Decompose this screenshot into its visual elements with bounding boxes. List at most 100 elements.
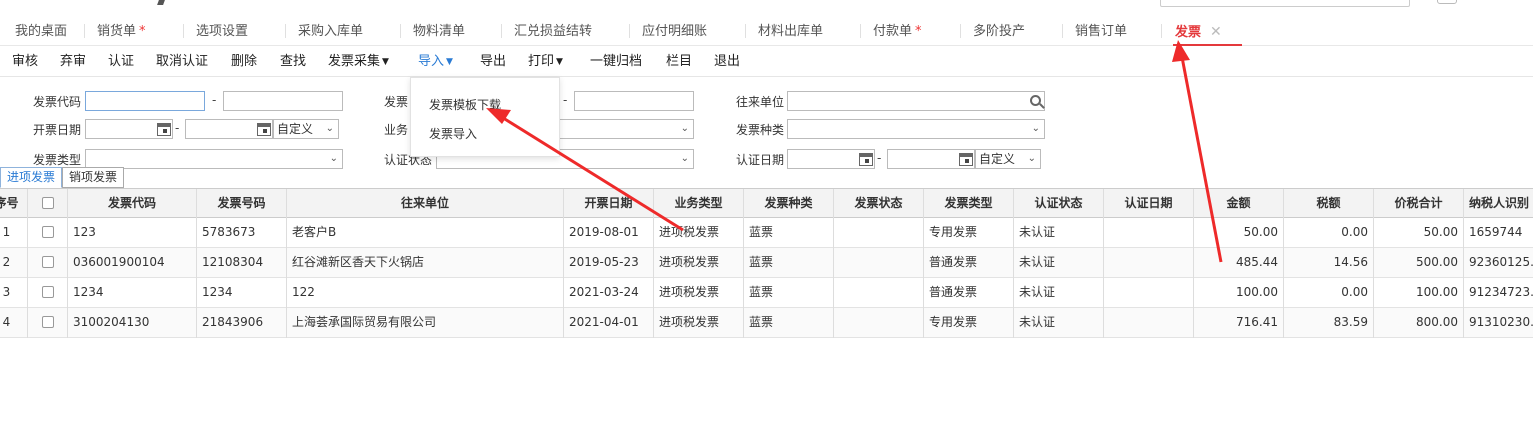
tab-output-invoices[interactable]: 销项发票: [62, 167, 125, 188]
business-type-select[interactable]: ⌄: [548, 119, 694, 139]
tab-material-issue[interactable]: 材料出库单: [758, 14, 823, 46]
search-icon[interactable]: [1030, 95, 1041, 106]
invoice-no-to-input[interactable]: [574, 91, 694, 111]
col-header-total[interactable]: 价税合计: [1374, 189, 1464, 219]
table-row[interactable]: 1 123 5783673 老客户B 2019-08-01 进项税发票 蓝票 专用发票 未认证 5…: [0, 218, 1533, 248]
col-header-tax[interactable]: 税额: [1284, 189, 1374, 219]
menu-label: 发票采集: [328, 54, 381, 69]
cert-date-to-input[interactable]: [887, 149, 975, 169]
invoice-collect-menu[interactable]: 发票采集 ▼: [328, 47, 389, 77]
tab-label: 销货单: [97, 24, 137, 39]
cell-invoice-no: 12108304: [197, 248, 287, 278]
cell-business-type: 进项税发票: [654, 308, 744, 338]
cell-business-type: 进项税发票: [654, 278, 744, 308]
tab-sales-delivery[interactable]: 销货单 *: [97, 14, 146, 46]
audit-button[interactable]: 审核: [12, 47, 38, 77]
uncertify-button[interactable]: 取消认证: [156, 47, 208, 77]
template-download-item[interactable]: 发票模板下载: [429, 96, 501, 113]
cell-cert-date: [1104, 308, 1194, 338]
print-menu[interactable]: 打印 ▼: [528, 47, 563, 77]
cell-cert-status: 未认证: [1014, 248, 1104, 278]
cert-date-from-input[interactable]: [787, 149, 875, 169]
cell-select: [28, 248, 68, 278]
certify-button[interactable]: 认证: [108, 47, 134, 77]
col-header-amount[interactable]: 金额: [1194, 189, 1284, 219]
invoice-code-from-input[interactable]: [85, 91, 205, 111]
delete-button[interactable]: 删除: [231, 47, 257, 77]
col-header-business-type[interactable]: 业务类型: [654, 189, 744, 219]
calendar-icon[interactable]: [157, 123, 171, 136]
global-search-box[interactable]: [1160, 0, 1410, 7]
col-header-invoice-no[interactable]: 发票号码: [197, 189, 287, 219]
exit-button[interactable]: 退出: [714, 47, 740, 77]
close-icon[interactable]: ✕: [1210, 24, 1222, 40]
col-header-issue-date[interactable]: 开票日期: [564, 189, 654, 219]
cert-date-range-select[interactable]: 自定义 ⌄: [975, 149, 1041, 169]
cell-invoice-status: [834, 218, 924, 248]
cell-invoice-kind: 蓝票: [744, 248, 834, 278]
row-checkbox[interactable]: [41, 226, 54, 238]
tab-bom[interactable]: 物料清单: [413, 14, 465, 46]
top-right-button[interactable]: [1437, 0, 1457, 4]
col-header-invoice-status[interactable]: 发票状态: [834, 189, 924, 219]
cell-taxpayer-id: 91310230...: [1464, 308, 1533, 338]
cell-total: 100.00: [1374, 278, 1464, 308]
one-click-archive-button[interactable]: 一键归档: [590, 47, 642, 77]
row-checkbox[interactable]: [41, 286, 54, 298]
issue-date-to-input[interactable]: [185, 119, 273, 139]
cell-partner: 122: [287, 278, 564, 308]
cell-tax: 0.00: [1284, 218, 1374, 248]
tab-payables-detail[interactable]: 应付明细账: [642, 14, 707, 46]
tab-sales-order[interactable]: 销售订单: [1075, 14, 1127, 46]
calendar-icon[interactable]: [959, 153, 973, 166]
invoice-import-item[interactable]: 发票导入: [429, 125, 477, 142]
row-checkbox[interactable]: [41, 316, 54, 328]
col-header-invoice-code[interactable]: 发票代码: [68, 189, 197, 219]
cell-cert-status: 未认证: [1014, 278, 1104, 308]
col-header-taxpayer-id[interactable]: 纳税人识别: [1464, 189, 1533, 219]
calendar-icon[interactable]: [257, 123, 271, 136]
table-row[interactable]: 3 1234 1234 122 2021-03-24 进项税发票 蓝票 普通发票 未认证 100.…: [0, 278, 1533, 308]
cell-business-type: 进项税发票: [654, 248, 744, 278]
partner-input[interactable]: [787, 91, 1045, 111]
unaudit-button[interactable]: 弃审: [60, 47, 86, 77]
chevron-down-icon: ⌄: [680, 153, 689, 164]
tab-invoice[interactable]: 发票 ✕: [1173, 14, 1242, 46]
col-header-partner[interactable]: 往来单位: [287, 189, 564, 219]
invoice-code-to-input[interactable]: [223, 91, 343, 111]
col-header-cert-date[interactable]: 认证日期: [1104, 189, 1194, 219]
tab-payment[interactable]: 付款单 *: [873, 14, 922, 46]
tab-purchase-receipt[interactable]: 采购入库单: [298, 14, 363, 46]
table-row[interactable]: 2 036001900104 12108304 红谷滩新区香天下火锅店 2019-05-…: [0, 248, 1533, 278]
partner-label: 往来单位: [736, 95, 785, 109]
col-header-cert-status[interactable]: 认证状态: [1014, 189, 1104, 219]
col-header-invoice-type[interactable]: 发票类型: [924, 189, 1014, 219]
columns-button[interactable]: 栏目: [666, 47, 692, 77]
cell-invoice-kind: 蓝票: [744, 278, 834, 308]
tab-bar: 我的桌面 销货单 * 选项设置 采购入库单 物料清单 汇兑损益结转 应付明细账 材…: [0, 14, 1533, 46]
select-all-checkbox[interactable]: [41, 197, 54, 209]
calendar-icon[interactable]: [859, 153, 873, 166]
tab-desktop[interactable]: 我的桌面: [15, 14, 67, 46]
tab-input-invoices[interactable]: 进项发票: [0, 167, 63, 188]
cert-date-label: 认证日期: [736, 153, 785, 167]
import-menu[interactable]: 导入 ▼: [418, 47, 453, 77]
col-header-select: [28, 189, 68, 219]
tab-multi-level-production[interactable]: 多阶投产: [973, 14, 1025, 46]
chevron-down-icon: ▼: [382, 57, 389, 67]
invoice-type-select[interactable]: ⌄: [85, 149, 343, 169]
col-header-invoice-kind[interactable]: 发票种类: [744, 189, 834, 219]
issue-date-from-input[interactable]: [85, 119, 173, 139]
find-button[interactable]: 查找: [280, 47, 306, 77]
tab-fx-gain-loss[interactable]: 汇兑损益结转: [514, 14, 592, 46]
row-checkbox[interactable]: [41, 256, 54, 268]
table-row[interactable]: 4 3100204130 21843906 上海荟承国际贸易有限公司 2021-04-0…: [0, 308, 1533, 338]
cell-total: 500.00: [1374, 248, 1464, 278]
issue-date-range-select[interactable]: 自定义 ⌄: [273, 119, 339, 139]
tab-label: 选项设置: [196, 24, 249, 39]
chevron-down-icon: ⌄: [1031, 123, 1040, 134]
invoice-kind-select[interactable]: ⌄: [787, 119, 1045, 139]
tab-options[interactable]: 选项设置: [196, 14, 248, 46]
export-button[interactable]: 导出: [480, 47, 506, 77]
col-header-seq: 序号: [0, 189, 28, 219]
